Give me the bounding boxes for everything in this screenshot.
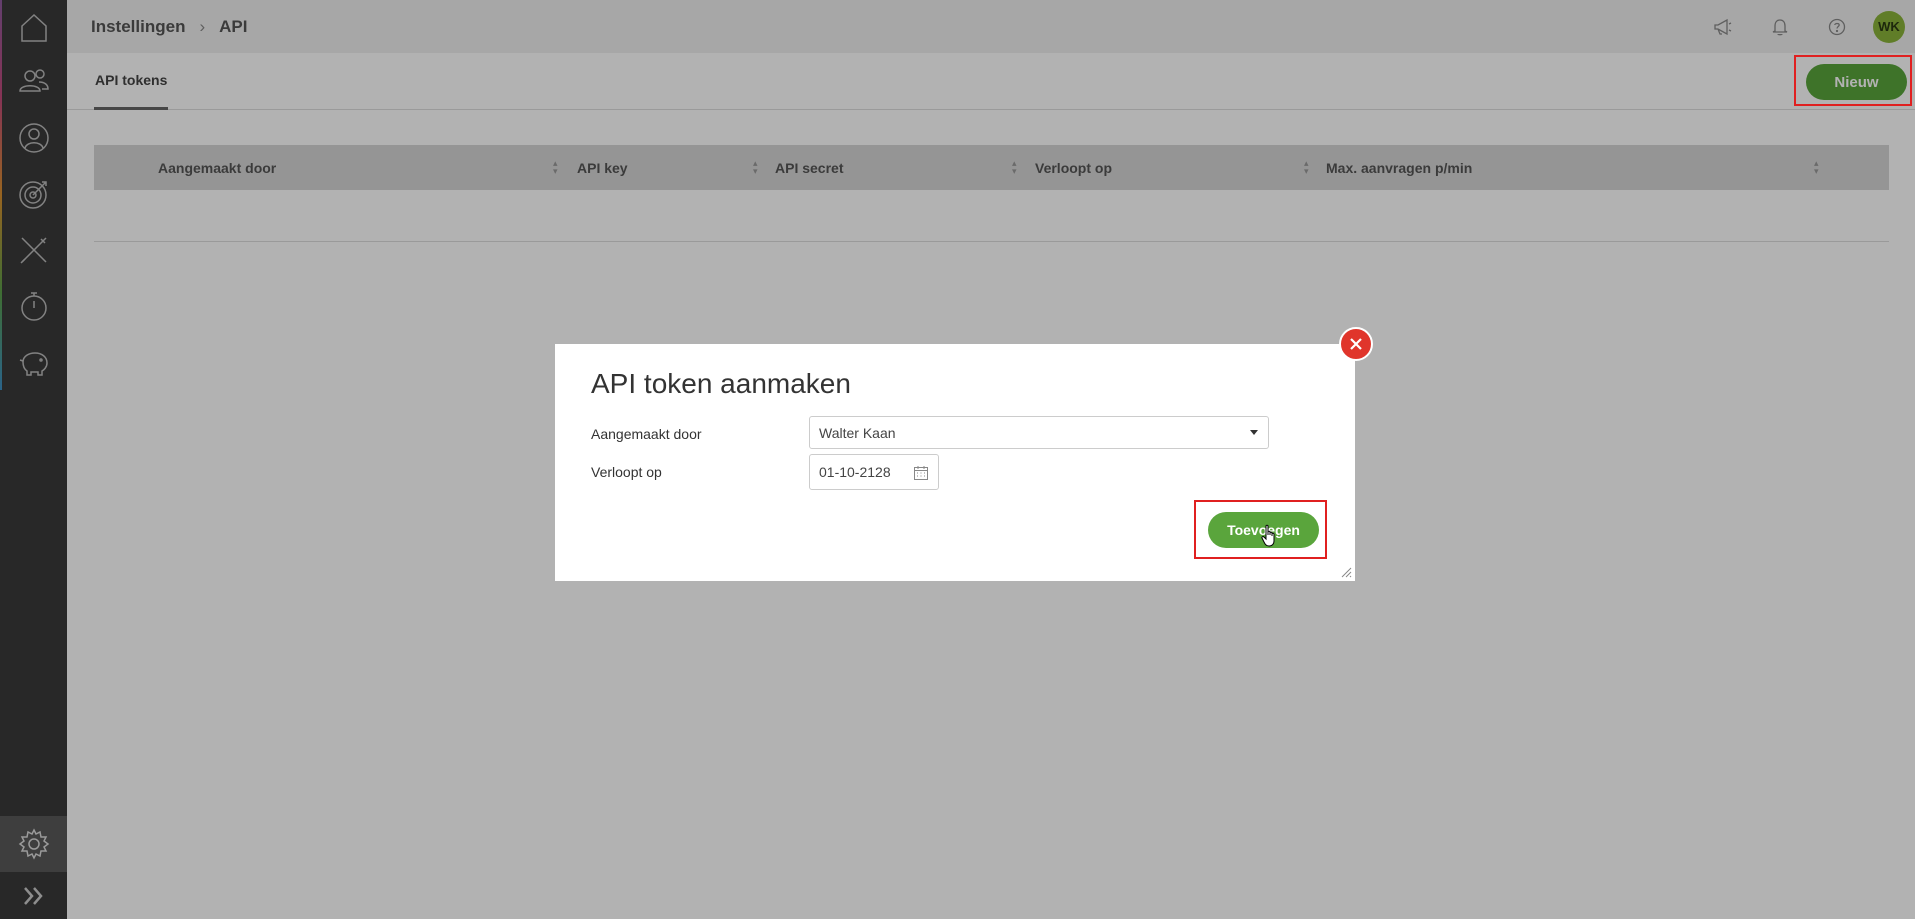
hand-cursor-icon xyxy=(1261,524,1275,547)
created-by-select[interactable]: Walter Kaan xyxy=(809,416,1269,449)
expires-date-input[interactable]: 01-10-2128 xyxy=(809,454,939,490)
caret-down-icon xyxy=(1250,430,1258,435)
highlight-new-button xyxy=(1794,55,1912,106)
created-by-value: Walter Kaan xyxy=(819,424,896,441)
modal-close-button[interactable] xyxy=(1339,327,1373,361)
expires-label: Verloopt op xyxy=(591,464,662,480)
modal-title: API token aanmaken xyxy=(591,368,851,399)
resize-handle-icon[interactable] xyxy=(1340,566,1352,578)
expires-value: 01-10-2128 xyxy=(819,464,891,480)
close-icon xyxy=(1350,338,1362,350)
created-by-label: Aangemaakt door xyxy=(591,426,702,442)
calendar-icon[interactable] xyxy=(913,465,929,481)
